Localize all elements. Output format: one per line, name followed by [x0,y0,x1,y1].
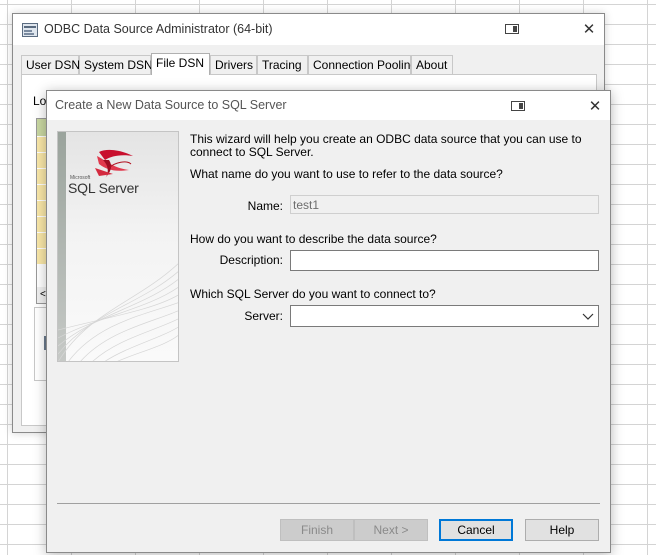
sql-server-brand-panel: Microsoft SQL Server [57,131,179,362]
finish-button[interactable]: Finish [280,519,354,541]
dialog-close-icon[interactable]: ✕ [585,97,605,117]
chevron-down-icon[interactable] [582,311,594,321]
dialog-snap-layout-icon[interactable] [511,101,525,111]
name-label: Name: [247,199,283,213]
snap-layout-icon[interactable] [505,24,519,34]
name-question: What name do you want to use to refer to… [190,167,503,181]
wizard-intro-text: This wizard will help you create an ODBC… [190,132,582,159]
name-field[interactable]: test1 [290,195,599,214]
sql-server-wordmark: SQL Server [68,180,139,196]
server-label: Server: [244,309,283,323]
tab-about[interactable]: About [411,55,453,74]
parent-close-icon[interactable]: ✕ [579,20,599,40]
description-input[interactable] [290,250,599,271]
look-in-label: Lo [33,94,47,108]
tab-user-dsn[interactable]: User DSN [21,55,80,74]
description-label: Description: [219,253,283,267]
server-combobox[interactable] [290,305,599,327]
help-button[interactable]: Help [525,519,599,541]
tab-file-dsn[interactable]: File DSN [151,53,210,75]
next-button[interactable]: Next > [354,519,428,541]
server-question: Which SQL Server do you want to connect … [190,287,436,301]
parent-window-title: ODBC Data Source Administrator (64-bit) [44,22,273,36]
description-question: How do you want to describe the data sou… [190,232,437,246]
button-divider [57,503,600,504]
tab-tracing[interactable]: Tracing [257,55,308,74]
dialog-title-bar[interactable]: Create a New Data Source to SQL Server ✕ [47,91,610,120]
parent-title-bar[interactable]: ODBC Data Source Administrator (64-bit) … [13,14,604,45]
tab-system-dsn[interactable]: System DSN [79,55,153,74]
dialog-title: Create a New Data Source to SQL Server [55,98,287,112]
decorative-swirl [58,263,178,361]
create-data-source-dialog: Create a New Data Source to SQL Server ✕… [46,90,611,553]
odbc-app-icon [22,23,38,37]
tab-drivers[interactable]: Drivers [210,55,257,74]
tab-connection-pooling[interactable]: Connection Pooling [308,55,417,74]
cancel-button[interactable]: Cancel [439,519,513,541]
